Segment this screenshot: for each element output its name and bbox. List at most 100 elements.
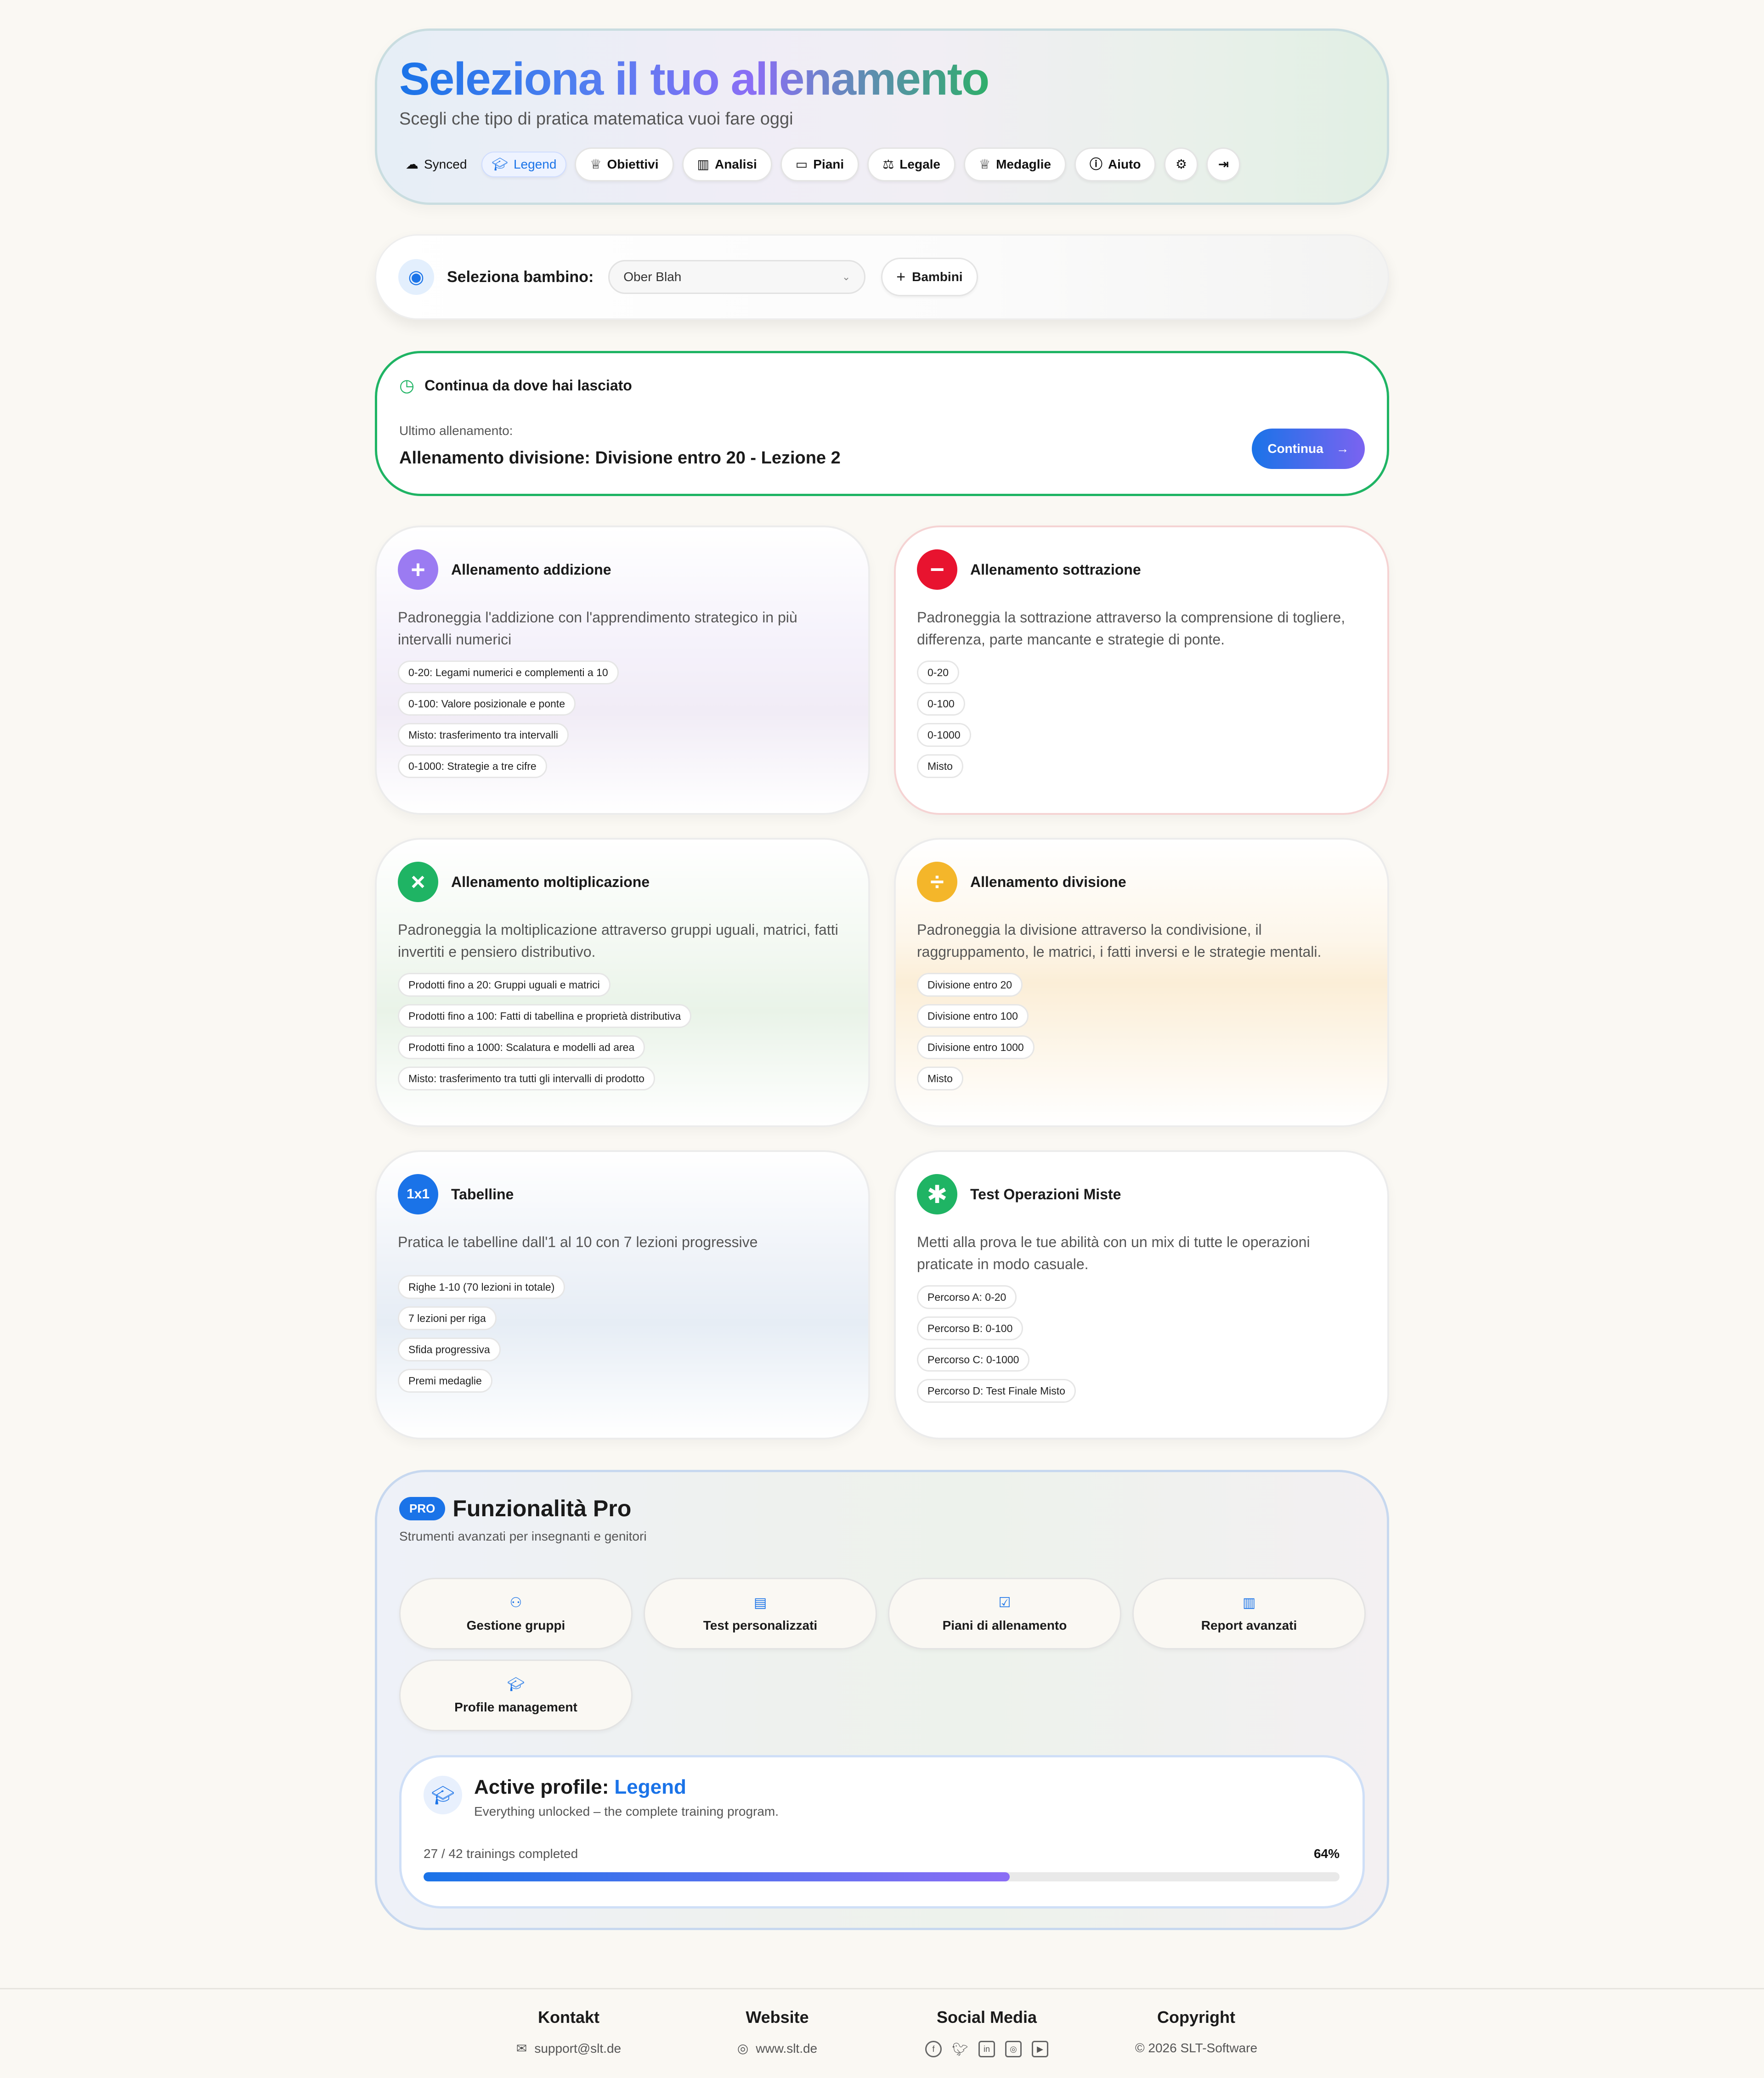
card-title: Allenamento divisione	[970, 873, 1126, 890]
facebook-icon[interactable]: f	[925, 2041, 942, 2057]
range-tag: Percorso C: 0-1000	[917, 1348, 1030, 1372]
range-tag: Misto: trasferimento tra intervalli	[398, 723, 569, 747]
progress-row: 27 / 42 trainings completed 64%	[424, 1846, 1340, 1861]
linkedin-icon[interactable]: in	[978, 2041, 995, 2057]
profile-description: Everything unlocked – the complete train…	[474, 1804, 779, 1818]
child-select-panel: ◉ Seleziona bambino: Ober Blah ⌄ + Bambi…	[375, 234, 1389, 320]
feature-report-avanzati[interactable]: ▥ Report avanzati	[1132, 1578, 1366, 1649]
card-header: − Allenamento sottrazione	[917, 549, 1366, 590]
training-card[interactable]: ✱ Test Operazioni Miste Metti alla prova l…	[894, 1150, 1389, 1440]
youtube-icon[interactable]: ▶	[1032, 2041, 1048, 2057]
feature-profile-management[interactable]: 🎓︎ Profile management	[399, 1660, 633, 1731]
level-badge[interactable]: 🎓︎ Legend	[481, 152, 567, 177]
nav-obiettivi-button[interactable]: ♕ Obiettivi	[575, 147, 674, 181]
settings-button[interactable]: ⚙	[1164, 147, 1199, 181]
last-training-label: Ultimo allenamento:	[399, 424, 513, 438]
feature-label: Report avanzati	[1201, 1618, 1297, 1632]
feature-piani-allenamento[interactable]: ☑ Piani di allenamento	[888, 1578, 1121, 1649]
twitter-icon[interactable]: 🐦︎	[952, 2041, 968, 2057]
range-tag: Misto	[917, 754, 963, 778]
nav-medaglie-button[interactable]: ♕ Medaglie	[964, 147, 1066, 181]
progress-text: 27 / 42 trainings completed	[424, 1846, 578, 1861]
training-card[interactable]: ÷ Allenamento divisione Padroneggia la div…	[894, 838, 1389, 1127]
nav-label: Analisi	[714, 157, 757, 171]
graduation-cap-icon: 🎓︎	[507, 1677, 525, 1692]
operation-icon: ÷	[917, 862, 957, 902]
footer-copyright: Copyright © 2026 SLT-Software	[1100, 2008, 1293, 2055]
card-description: Padroneggia la moltiplicazione attravers…	[398, 921, 838, 960]
gear-icon: ⚙	[1175, 157, 1187, 171]
cloud-icon: ☁	[406, 157, 418, 171]
active-profile-card: 🎓︎ Active profile: Legend Everything unlo…	[399, 1755, 1365, 1909]
range-tag: Divisione entro 100	[917, 1004, 1029, 1028]
chevron-down-icon: ⌄	[842, 271, 851, 282]
feature-test-personalizzati[interactable]: ▤ Test personalizzati	[644, 1578, 877, 1649]
logout-button[interactable]: ⇥	[1206, 147, 1241, 181]
logout-icon: ⇥	[1218, 157, 1229, 171]
operation-icon: ×	[398, 862, 438, 902]
pro-feature-grid: ⚇ Gestione gruppi ▤ Test personalizzati …	[399, 1578, 1366, 1731]
footer-website-title: Website	[746, 2008, 809, 2027]
add-child-button[interactable]: + Bambini	[881, 258, 978, 296]
continue-button[interactable]: Continua →	[1252, 429, 1365, 469]
range-tag: 7 lezioni per riga	[398, 1306, 497, 1330]
training-card[interactable]: 1x1 Tabelline Pratica le tabelline dall'1 …	[375, 1150, 870, 1440]
page-title: Seleziona il tuo allenamento	[399, 53, 989, 105]
card-tags: Righe 1-10 (70 lezioni in totale) 7 lezio…	[398, 1275, 847, 1393]
footer-copyright-title: Copyright	[1157, 2008, 1235, 2027]
nav-bar: ☁ Synced 🎓︎ Legend ♕ Obiettivi ▥ Analisi…	[399, 147, 1365, 181]
footer-website-url: www.slt.de	[756, 2041, 818, 2055]
page-subtitle: Scegli che tipo di pratica matematica vu…	[399, 109, 793, 129]
bar-chart-icon: ▥	[697, 157, 709, 171]
last-training-title: Allenamento divisione: Divisione entro 2…	[399, 448, 841, 468]
card-description: Padroneggia la sottrazione attraverso la…	[917, 609, 1346, 648]
footer-copyright-text: © 2026 SLT-Software	[1135, 2041, 1258, 2055]
card-title: Allenamento addizione	[451, 561, 611, 578]
profile-level: Legend	[614, 1776, 686, 1798]
profile-title: Active profile: Legend	[474, 1776, 779, 1799]
card-tags: Divisione entro 20 Divisione entro 100 Div…	[917, 973, 1366, 1090]
card-tags: Prodotti fino a 20: Gruppi uguali e matr…	[398, 973, 847, 1090]
progress-percent: 64%	[1313, 1846, 1340, 1861]
card-tags: Percorso A: 0-20 Percorso B: 0-100 Percors…	[917, 1285, 1366, 1403]
card-description: Padroneggia l'addizione con l'apprendime…	[398, 609, 797, 648]
range-tag: Percorso D: Test Finale Misto	[917, 1379, 1076, 1403]
nav-legale-button[interactable]: ⚖ Legale	[867, 147, 956, 181]
range-tag: Prodotti fino a 20: Gruppi uguali e matr…	[398, 973, 611, 997]
card-description: Metti alla prova le tue abilità con un m…	[917, 1234, 1310, 1272]
operation-icon: −	[917, 549, 957, 590]
nav-piani-button[interactable]: ▭ Piani	[780, 147, 859, 181]
range-tag: Percorso B: 0-100	[917, 1316, 1023, 1340]
range-tag: 0-20	[917, 661, 960, 684]
feature-gestione-gruppi[interactable]: ⚇ Gestione gruppi	[399, 1578, 633, 1649]
nav-aiuto-button[interactable]: ⓘ Aiuto	[1074, 147, 1156, 181]
progress-bar-fill	[424, 1872, 1010, 1881]
footer-website: Website ◎ www.slt.de	[681, 2008, 874, 2056]
help-icon: ⓘ	[1089, 157, 1102, 171]
training-card[interactable]: × Allenamento moltiplicazione Padroneggia …	[375, 838, 870, 1127]
card-header: + Allenamento addizione	[398, 549, 847, 590]
nav-analisi-button[interactable]: ▥ Analisi	[682, 147, 772, 181]
range-tag: Prodotti fino a 1000: Scalatura e modell…	[398, 1035, 645, 1059]
sync-label: Synced	[424, 157, 467, 171]
footer-kontakt: Kontakt ✉ support@slt.de	[472, 2008, 665, 2056]
footer-email-link[interactable]: ✉ support@slt.de	[472, 2041, 665, 2056]
range-tag: 0-1000: Strategie a tre cifre	[398, 754, 547, 778]
operation-icon: +	[398, 549, 438, 590]
card-title: Test Operazioni Miste	[970, 1186, 1121, 1203]
range-tag: Divisione entro 1000	[917, 1035, 1035, 1059]
pro-panel: PRO Funzionalità Pro Strumenti avanzati …	[375, 1470, 1389, 1930]
card-title: Allenamento sottrazione	[970, 561, 1141, 578]
training-card[interactable]: − Allenamento sottrazione Padroneggia la s…	[894, 525, 1389, 815]
range-tag: Righe 1-10 (70 lezioni in totale)	[398, 1275, 565, 1299]
card-header: ✱ Test Operazioni Miste	[917, 1174, 1366, 1214]
training-card[interactable]: + Allenamento addizione Padroneggia l'addi…	[375, 525, 870, 815]
instagram-icon[interactable]: ◎	[1005, 2041, 1022, 2057]
sync-status: ☁ Synced	[399, 147, 473, 181]
footer-website-link[interactable]: ◎ www.slt.de	[681, 2041, 874, 2056]
child-dropdown[interactable]: Ober Blah ⌄	[608, 260, 866, 294]
card-title: Allenamento moltiplicazione	[451, 873, 650, 890]
feature-label: Piani di allenamento	[942, 1618, 1067, 1632]
mail-icon: ✉	[516, 2041, 527, 2055]
pro-badge: PRO	[399, 1496, 446, 1520]
